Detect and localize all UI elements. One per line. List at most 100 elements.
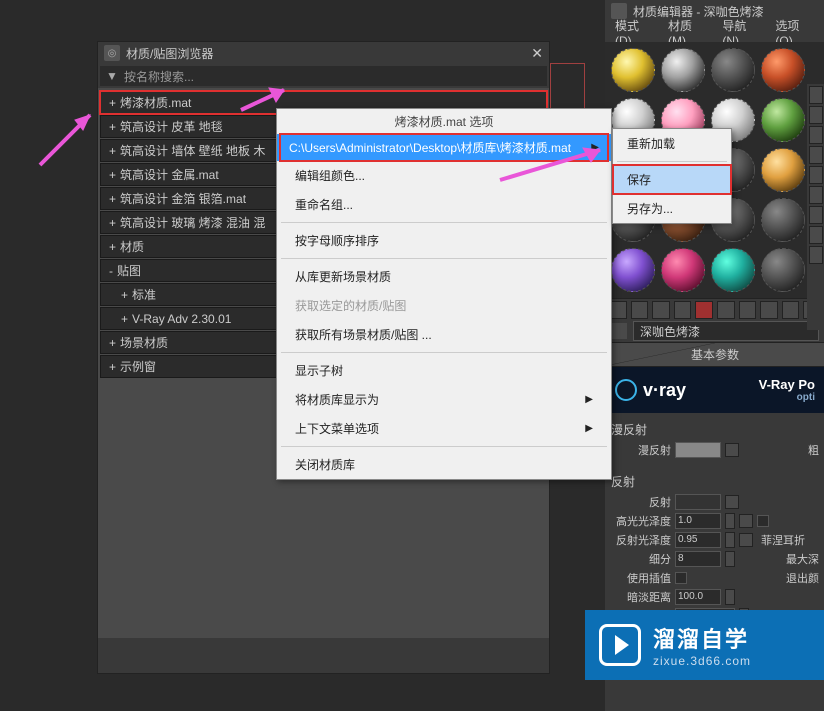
sample-sphere[interactable] — [661, 48, 705, 92]
tree-item-label: V-Ray Adv 2.30.01 — [132, 312, 231, 326]
sidebar-btn[interactable] — [809, 246, 823, 264]
play-icon — [599, 624, 641, 666]
context-menu-path-item[interactable]: C:\Users\Administrator\Desktop\材质库\烤漆材质.… — [277, 134, 611, 161]
spinner-btn[interactable] — [725, 532, 735, 548]
context-menu-item[interactable]: 编辑组颜色... — [277, 161, 611, 190]
sidebar-btn[interactable] — [809, 166, 823, 184]
expand-toggle-icon[interactable]: + — [109, 96, 116, 110]
toolbar-btn[interactable] — [760, 301, 778, 319]
context-menu: 烤漆材质.mat 选项 C:\Users\Administrator\Deskt… — [276, 108, 612, 480]
context-menu-path-text: C:\Users\Administrator\Desktop\材质库\烤漆材质.… — [289, 139, 571, 156]
toolbar-btn[interactable] — [739, 301, 757, 319]
dimdist-spinner[interactable]: 100.0 — [675, 589, 721, 605]
expand-toggle-icon[interactable]: + — [109, 240, 116, 254]
submenu-item[interactable]: 另存为... — [613, 194, 731, 223]
sample-sphere[interactable] — [761, 48, 805, 92]
label-gloss-hi: 高光光泽度 — [611, 513, 671, 529]
context-menu-item[interactable]: 上下文菜单选项▶ — [277, 414, 611, 443]
submenu-item[interactable]: 保存 — [613, 165, 731, 194]
tree-item-label: 标准 — [132, 286, 156, 303]
sidebar-btn[interactable] — [809, 206, 823, 224]
context-menu-item[interactable]: 按字母顺序排序 — [277, 226, 611, 255]
material-editor-window: 材质编辑器 - 深咖色烤漆 模式(D) 材质(M) 导航(N) 选项(O) — [605, 0, 824, 711]
sample-sphere[interactable] — [611, 48, 655, 92]
sample-sphere[interactable] — [711, 248, 755, 292]
expand-toggle-icon[interactable]: + — [109, 336, 116, 350]
spinner-btn[interactable] — [725, 551, 735, 567]
toolbar-btn[interactable] — [631, 301, 649, 319]
toolbar-btn[interactable] — [782, 301, 800, 319]
submenu-arrow-icon: ▶ — [585, 423, 593, 434]
map-btn[interactable] — [739, 533, 753, 547]
expand-toggle-icon[interactable]: + — [109, 216, 116, 230]
watermark-url: zixue.3d66.com — [653, 654, 751, 668]
spinner-btn[interactable] — [725, 589, 735, 605]
tree-item-label: 示例窗 — [120, 358, 156, 375]
browser-titlebar[interactable]: ◎ 材质/贴图浏览器 ✕ — [98, 42, 549, 64]
annotation-arrow — [35, 105, 105, 175]
expand-toggle-icon[interactable]: + — [109, 192, 116, 206]
vray-text-right: V-Ray Po opti — [759, 377, 815, 403]
toolbar-btn-delete[interactable] — [695, 301, 713, 319]
close-icon[interactable]: ✕ — [531, 45, 543, 62]
gloss-hi-spinner[interactable]: 1.0 — [675, 513, 721, 529]
sidebar-btn[interactable] — [809, 146, 823, 164]
material-name-row — [605, 320, 824, 342]
context-menu-item[interactable]: 重命名组... — [277, 190, 611, 219]
sidebar-btn[interactable] — [809, 186, 823, 204]
rollout-header-basic[interactable]: 基本参数 — [605, 342, 824, 367]
label-interp: 使用插值 — [611, 570, 671, 586]
interp-checkbox[interactable] — [675, 572, 687, 584]
tree-item-label: 贴图 — [117, 262, 141, 279]
context-menu-item[interactable]: 从库更新场景材质 — [277, 262, 611, 291]
expand-toggle-icon[interactable]: + — [109, 360, 116, 374]
sample-sphere[interactable] — [661, 248, 705, 292]
toolbar-btn[interactable] — [674, 301, 692, 319]
context-menu-item[interactable]: 获取所有场景材质/贴图 ... — [277, 320, 611, 349]
sidebar-btn[interactable] — [809, 106, 823, 124]
menu-item-label: 按字母顺序排序 — [295, 232, 379, 249]
submenu: 重新加载保存另存为... — [612, 128, 732, 224]
sidebar-btn[interactable] — [809, 226, 823, 244]
toolbar-btn[interactable] — [717, 301, 735, 319]
diffuse-color-swatch[interactable] — [675, 442, 721, 458]
context-menu-item[interactable]: 关闭材质库 — [277, 450, 611, 479]
material-name-input[interactable] — [633, 321, 819, 341]
tree-item-label: 材质 — [120, 238, 144, 255]
expand-toggle-icon[interactable]: + — [109, 120, 116, 134]
expand-toggle-icon[interactable]: + — [121, 288, 128, 302]
reflect-map-btn[interactable] — [725, 495, 739, 509]
expand-toggle-icon[interactable]: - — [109, 264, 113, 278]
expand-toggle-icon[interactable]: + — [109, 144, 116, 158]
context-menu-item[interactable]: 将材质库显示为▶ — [277, 385, 611, 414]
sample-sphere[interactable] — [711, 48, 755, 92]
sample-sphere[interactable] — [761, 148, 805, 192]
sample-sphere[interactable] — [761, 98, 805, 142]
expand-toggle-icon[interactable]: + — [109, 168, 116, 182]
submenu-item[interactable]: 重新加载 — [613, 129, 731, 158]
diffuse-map-btn[interactable] — [725, 443, 739, 457]
section-title-reflect: 反射 — [611, 473, 819, 490]
subdiv-spinner[interactable]: 8 — [675, 551, 721, 567]
tree-item-label: 筑高设计 金属.mat — [120, 166, 219, 183]
gloss-refl-spinner[interactable]: 0.95 — [675, 532, 721, 548]
reflect-color-swatch[interactable] — [675, 494, 721, 510]
sample-sphere[interactable] — [761, 248, 805, 292]
search-bar[interactable]: ▼ 按名称搜索... — [100, 66, 547, 86]
sample-sphere[interactable] — [611, 248, 655, 292]
lock-checkbox[interactable] — [757, 515, 769, 527]
sample-sphere[interactable] — [761, 198, 805, 242]
tree-item-label: 筑高设计 皮革 地毯 — [120, 118, 223, 135]
expand-toggle-icon[interactable]: + — [121, 312, 128, 326]
sidebar-btn[interactable] — [809, 126, 823, 144]
spinner-btn[interactable] — [725, 513, 735, 529]
menu-separator — [281, 446, 607, 447]
toolbar-btn[interactable] — [652, 301, 670, 319]
menu-icon[interactable]: ▼ — [106, 69, 120, 83]
map-btn[interactable] — [739, 514, 753, 528]
vray-logo: v·ray — [615, 379, 686, 401]
diffuse-section: 漫反射 漫反射 粗 — [605, 413, 824, 465]
context-menu-item[interactable]: 显示子树 — [277, 356, 611, 385]
dropper-icon[interactable] — [611, 323, 627, 339]
sidebar-btn[interactable] — [809, 86, 823, 104]
